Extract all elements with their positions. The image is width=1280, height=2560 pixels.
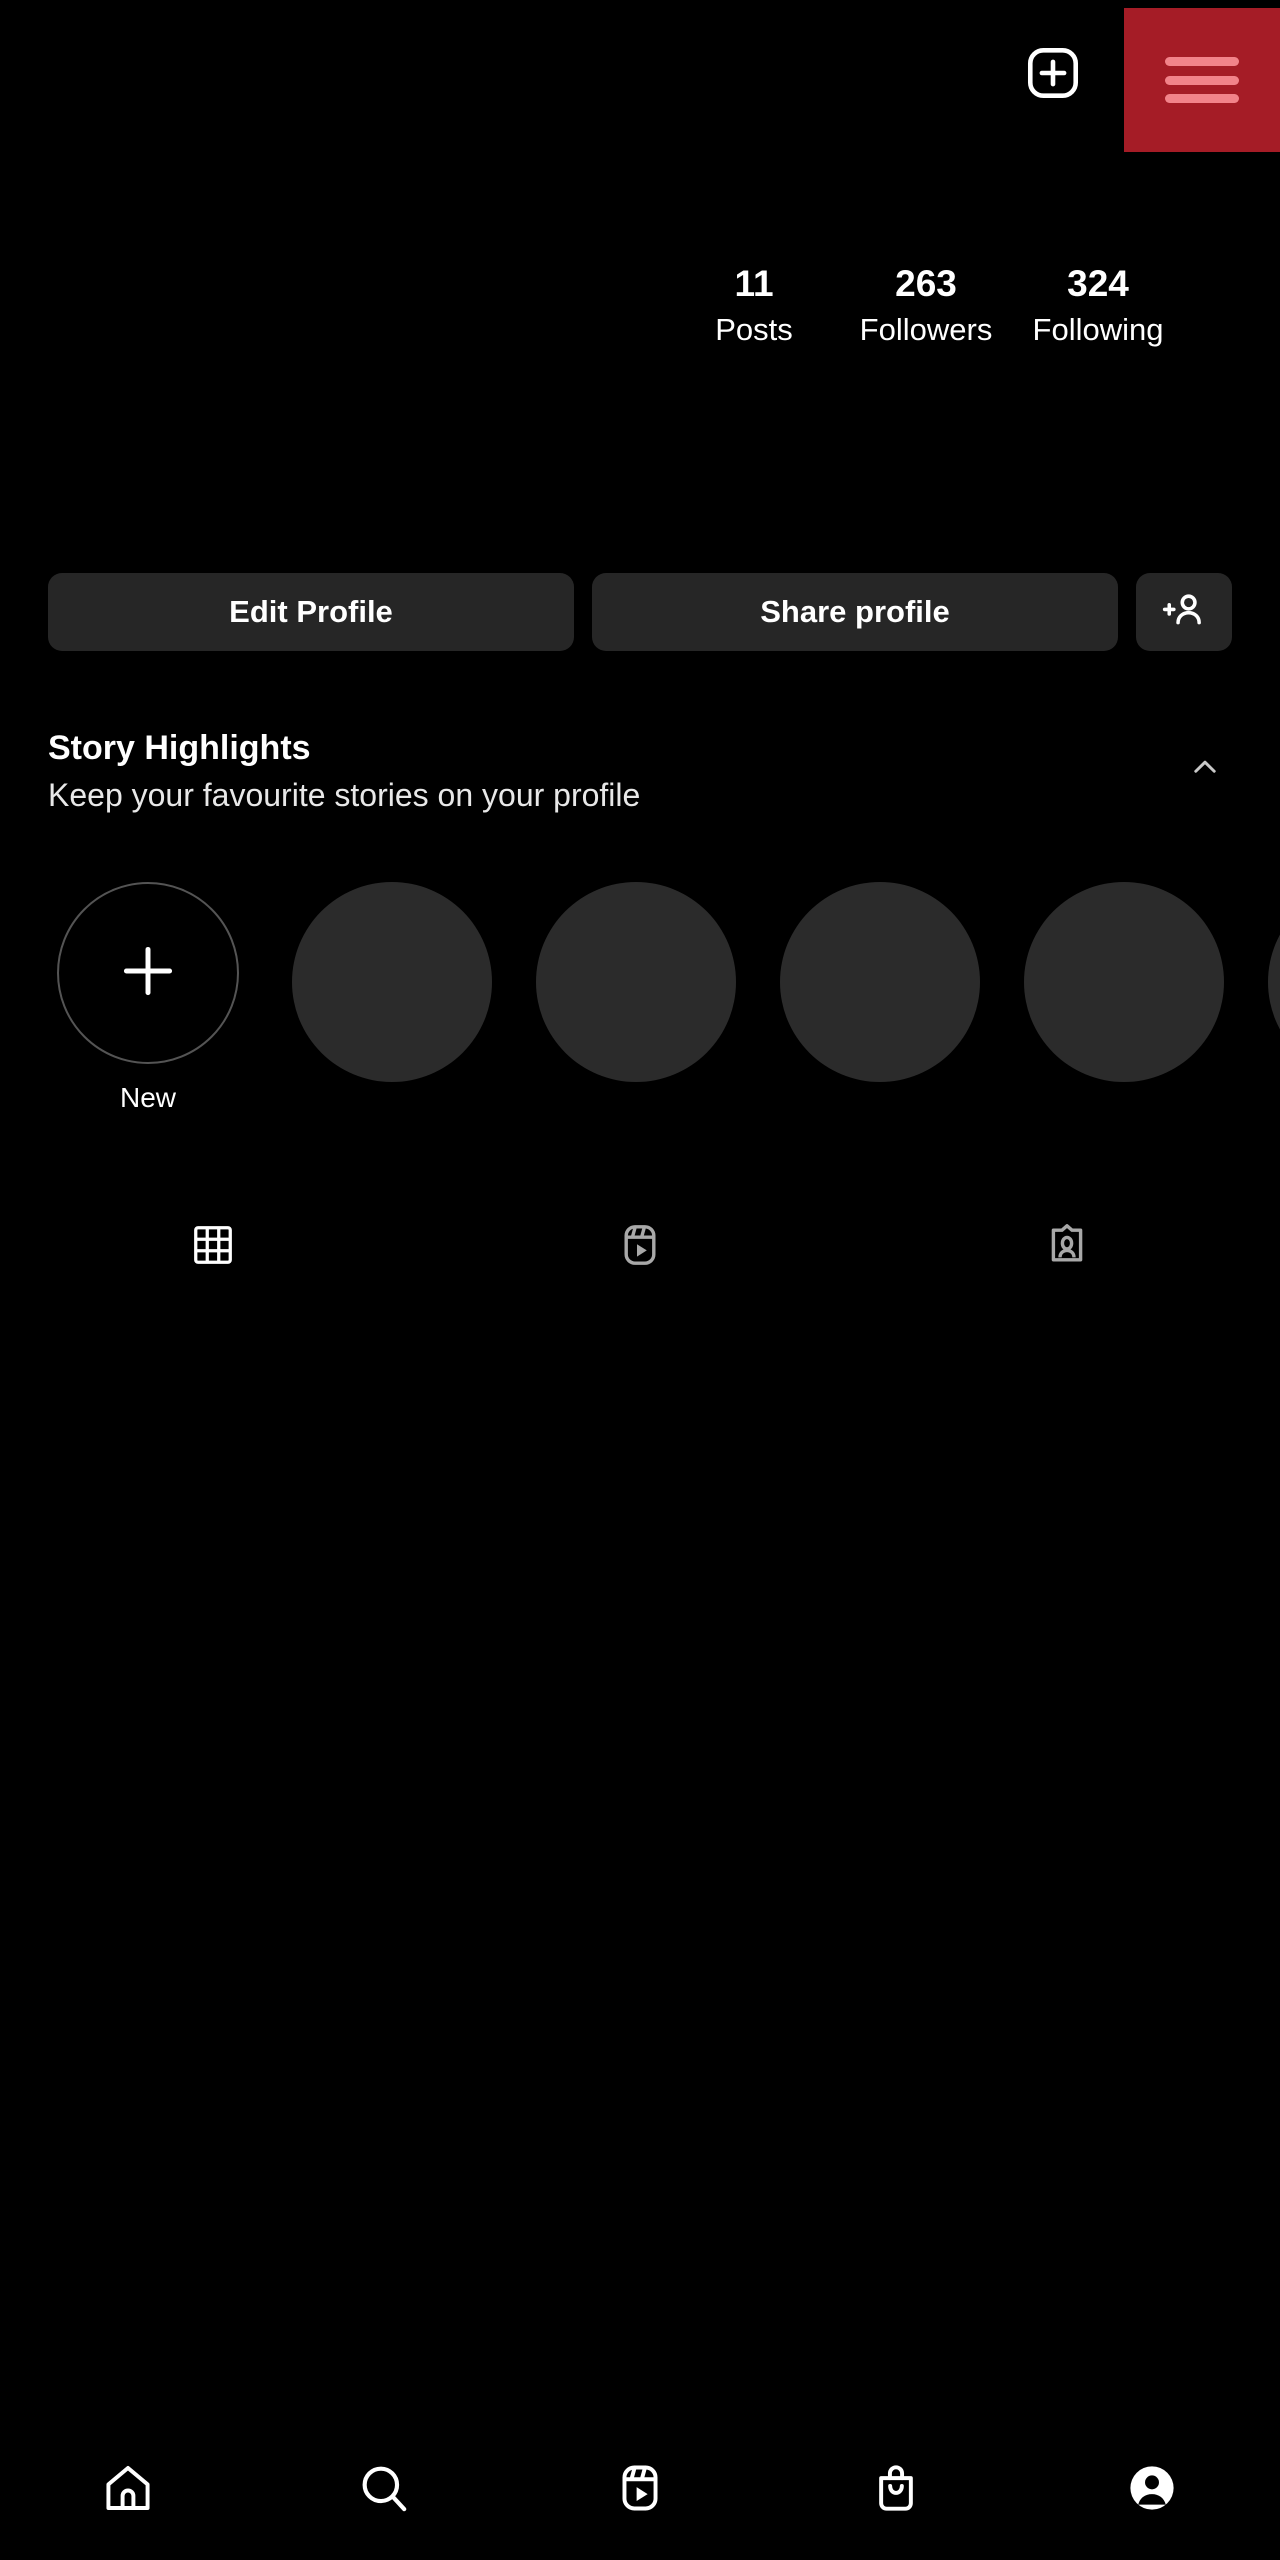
new-highlight-circle: [57, 882, 239, 1064]
profile-content-tabs: [0, 1195, 1280, 1300]
following-count: 324: [1067, 263, 1129, 304]
nav-search[interactable]: [256, 2461, 512, 2520]
story-highlights-header: Story Highlights Keep your favourite sto…: [48, 728, 1232, 816]
highlight-placeholder[interactable]: [1268, 882, 1280, 1082]
highlight-placeholder[interactable]: [536, 882, 736, 1082]
hamburger-menu-icon: [1165, 57, 1239, 103]
edit-profile-button[interactable]: Edit Profile: [48, 573, 574, 651]
highlight-placeholder-circle: [780, 882, 980, 1082]
posts-grid-area: [0, 1300, 1280, 2410]
new-highlight-label: New: [119, 1082, 176, 1113]
shop-bag-icon: [869, 2461, 923, 2520]
followers-count: 263: [895, 263, 957, 304]
stat-following[interactable]: 324 Following: [1012, 262, 1184, 350]
search-icon: [357, 2461, 411, 2520]
tab-reels[interactable]: [427, 1195, 854, 1300]
instagram-profile-screen: 11 Posts 263 Followers 324 Following Edi…: [0, 0, 1280, 2560]
nav-profile[interactable]: [1024, 2461, 1280, 2520]
posts-label: Posts: [715, 311, 793, 347]
story-highlights-title: Story Highlights: [48, 729, 311, 767]
highlight-placeholder-circle: [292, 882, 492, 1082]
highlight-placeholder[interactable]: [780, 882, 980, 1082]
highlight-placeholder[interactable]: [1024, 882, 1224, 1082]
discover-people-button[interactable]: [1136, 573, 1232, 651]
highlight-placeholder-circle: [1024, 882, 1224, 1082]
story-highlights-row: New: [48, 882, 1280, 1114]
tab-grid[interactable]: [0, 1195, 427, 1300]
story-highlights-subtitle: Keep your favourite stories on your prof…: [48, 776, 641, 813]
story-highlights-collapse-button[interactable]: [1178, 742, 1232, 796]
following-label: Following: [1032, 311, 1164, 347]
reels-icon: [616, 1221, 664, 1274]
nav-reels[interactable]: [512, 2461, 768, 2520]
grid-icon: [190, 1222, 236, 1273]
stat-posts[interactable]: 11 Posts: [668, 262, 840, 350]
followers-label: Followers: [859, 311, 993, 347]
nav-home[interactable]: [0, 2461, 256, 2520]
profile-action-buttons: Edit Profile Share profile: [48, 573, 1232, 651]
plus-icon: [113, 936, 183, 1011]
chevron-up-icon: [1188, 750, 1222, 789]
home-icon: [101, 2461, 155, 2520]
tab-tagged[interactable]: [853, 1195, 1280, 1300]
highlight-placeholder-circle: [536, 882, 736, 1082]
profile-icon: [1125, 2461, 1179, 2520]
add-person-icon: [1161, 587, 1207, 638]
top-header-bar: [0, 0, 1280, 152]
tagged-icon: [1043, 1221, 1091, 1274]
share-profile-button[interactable]: Share profile: [592, 573, 1118, 651]
nav-shop[interactable]: [768, 2461, 1024, 2520]
highlight-placeholder[interactable]: [292, 882, 492, 1082]
stat-followers[interactable]: 263 Followers: [840, 262, 1012, 350]
profile-stats-row: 11 Posts 263 Followers 324 Following: [0, 262, 1280, 350]
highlight-placeholder-circle: [1268, 882, 1280, 1082]
create-post-button[interactable]: [1022, 44, 1084, 106]
hamburger-menu-button[interactable]: [1124, 8, 1280, 152]
highlight-new-button[interactable]: New: [48, 882, 248, 1114]
posts-count: 11: [734, 263, 774, 304]
reels-icon: [613, 2461, 667, 2520]
bottom-navigation-bar: [0, 2420, 1280, 2560]
plus-square-icon: [1024, 44, 1082, 107]
